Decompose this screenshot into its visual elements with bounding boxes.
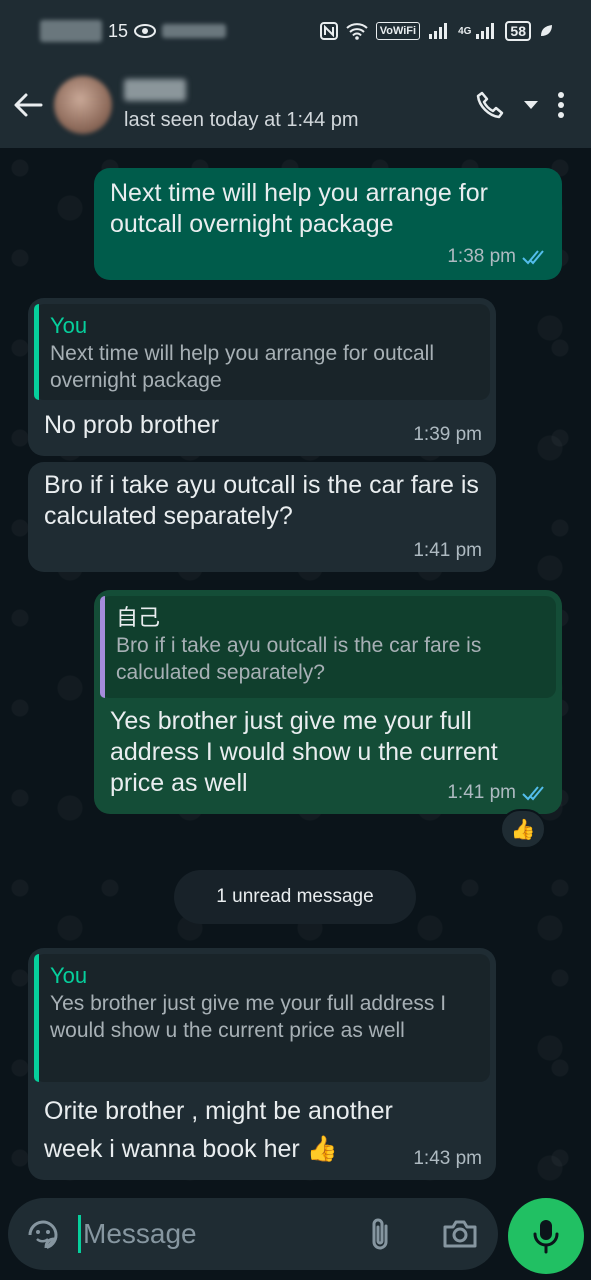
quote-author: You (50, 313, 88, 338)
thumbs-up-reaction-icon[interactable]: 👍 (500, 809, 546, 849)
blurred-carrier (40, 20, 102, 42)
message-meta: 1:39 pm (413, 419, 482, 450)
chat-header: last seen today at 1:44 pm (0, 62, 591, 148)
message-meta: 1:43 pm (413, 1143, 482, 1174)
blurred-notifications (162, 24, 227, 38)
eye-icon (134, 24, 157, 38)
message-text: Orite brother , might be another week i … (44, 1097, 393, 1163)
chat-area[interactable]: Next time will help you arrange for outc… (0, 148, 591, 1198)
message-text: Next time will help you arrange for outc… (110, 179, 488, 238)
leaf-icon (541, 25, 552, 36)
quoted-message[interactable]: You Next time will help you arrange for … (34, 304, 490, 400)
message-input[interactable]: Message (8, 1198, 498, 1270)
quote-text: Next time will help you arrange for outc… (50, 342, 435, 392)
status-time: 15 (108, 20, 129, 41)
message-meta: 1:41 pm (447, 777, 548, 808)
mic-button[interactable] (508, 1198, 584, 1274)
battery-indicator: 58 (505, 21, 531, 41)
header-actions (475, 90, 565, 120)
status-bar: 15 VoWiFi 4G 58 (0, 0, 591, 62)
quoted-message[interactable]: You Yes brother just give me your full a… (34, 954, 490, 1082)
contact-info[interactable]: last seen today at 1:44 pm (124, 78, 475, 132)
quoted-message[interactable]: 自己 Bro if i take ayu outcall is the car … (100, 596, 556, 698)
last-seen: last seen today at 1:44 pm (124, 108, 359, 131)
sticker-icon[interactable] (26, 1218, 60, 1252)
message-time: 1:43 pm (413, 1148, 482, 1169)
camera-icon[interactable] (442, 1218, 478, 1250)
message-text: No prob brother (44, 411, 220, 439)
signal-icon-2 (476, 23, 495, 39)
double-check-icon (522, 249, 544, 264)
message-bubble-outgoing[interactable]: 自己 Bro if i take ayu outcall is the car … (94, 590, 562, 814)
more-vert-icon[interactable] (557, 91, 565, 119)
message-bubble-incoming[interactable]: You Next time will help you arrange for … (28, 298, 496, 456)
message-placeholder: Message (83, 1218, 197, 1249)
phone-icon[interactable] (475, 90, 505, 120)
contact-name (124, 78, 186, 101)
quote-author: 自己 (116, 605, 161, 630)
double-check-icon (522, 785, 544, 800)
status-left: 15 (40, 20, 227, 42)
back-button[interactable] (2, 92, 54, 118)
status-right: VoWiFi 4G 58 (319, 21, 553, 41)
attach-icon[interactable] (368, 1216, 392, 1252)
message-time: 1:41 pm (447, 782, 516, 803)
message-time: 1:41 pm (413, 540, 482, 561)
avatar[interactable] (54, 76, 112, 134)
network-type: 4G (458, 25, 472, 37)
quote-text: Bro if i take ayu outcall is the car far… (116, 634, 482, 684)
quote-author: You (50, 963, 88, 988)
wifi-icon (346, 23, 368, 40)
message-time: 1:39 pm (413, 424, 482, 445)
dropdown-icon[interactable] (523, 99, 539, 111)
signal-icon (429, 23, 448, 39)
message-bubble-outgoing[interactable]: Next time will help you arrange for outc… (94, 168, 562, 280)
message-time: 1:38 pm (447, 246, 516, 267)
nfc-icon (319, 22, 338, 40)
back-arrow-icon (14, 93, 43, 117)
message-bubble-incoming[interactable]: Bro if i take ayu outcall is the car far… (28, 462, 496, 572)
message-text: Bro if i take ayu outcall is the car far… (44, 471, 479, 530)
message-bubble-incoming[interactable]: You Yes brother just give me your full a… (28, 948, 496, 1180)
composer: Message (0, 1198, 591, 1280)
message-meta: 1:41 pm (413, 535, 482, 566)
quote-text: Yes brother just give me your full addre… (50, 992, 447, 1042)
text-caret (78, 1215, 81, 1253)
message-meta: 1:38 pm (447, 241, 548, 272)
mic-icon (533, 1220, 559, 1254)
vowifi-badge: VoWiFi (375, 22, 421, 40)
unread-divider: 1 unread message (174, 870, 416, 924)
